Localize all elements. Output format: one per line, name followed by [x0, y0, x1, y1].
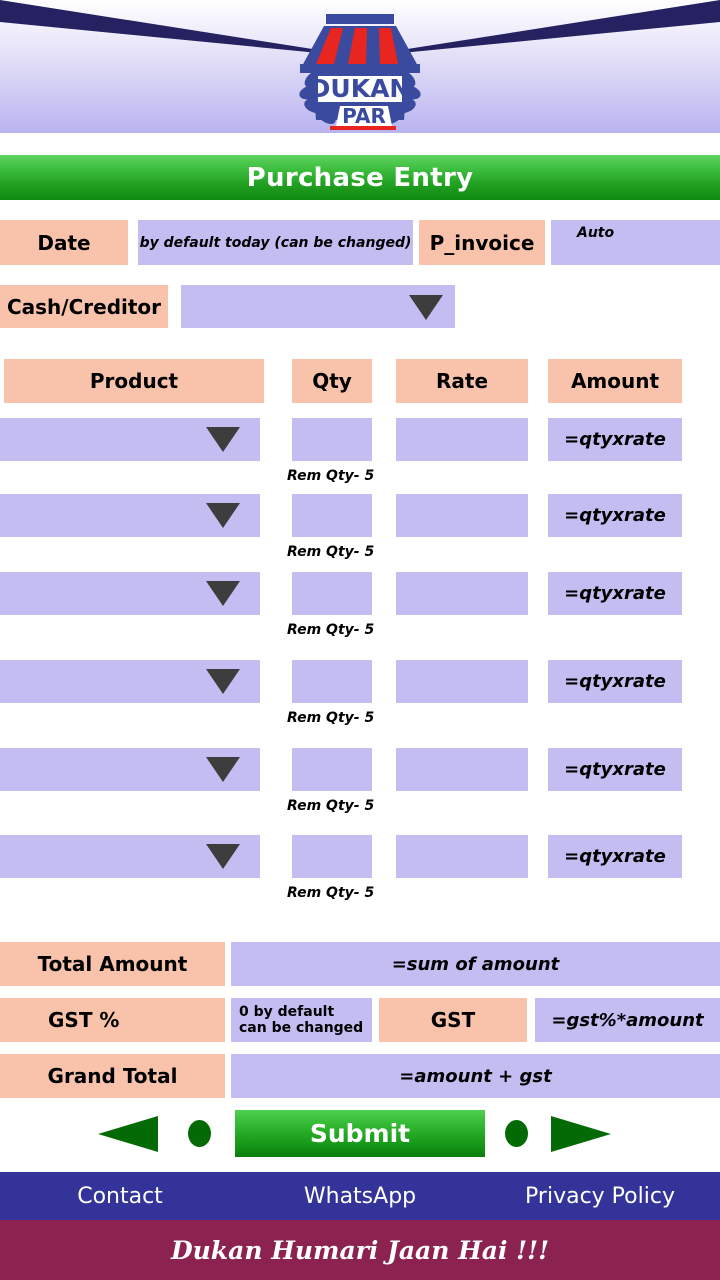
date-label: Date — [0, 220, 128, 265]
row-amount-value: =qtyxrate — [564, 583, 666, 604]
logo-text-dukan: DUKAN — [310, 74, 411, 103]
invoice-number-value: Auto — [577, 225, 615, 241]
grand-total-value-field: =amount + gst — [231, 1054, 720, 1098]
row-rate-input[interactable] — [396, 835, 528, 878]
row-remaining-qty: Rem Qty- 5 — [287, 468, 375, 484]
row-amount-field: =qtyxrate — [548, 494, 682, 537]
total-amount-value-field: =sum of amount — [231, 942, 720, 986]
date-input-value: by default today (can be changed) — [139, 234, 412, 251]
row-qty-input[interactable] — [292, 572, 372, 615]
row-rate-input[interactable] — [396, 660, 528, 703]
row-rate-input[interactable] — [396, 418, 528, 461]
next-dot-icon[interactable] — [505, 1120, 528, 1147]
invoice-number-field: Auto — [551, 220, 720, 265]
total-amount-value: =sum of amount — [391, 953, 560, 975]
gst-value: =gst%*amount — [551, 1009, 704, 1031]
row-qty-input[interactable] — [292, 660, 372, 703]
row-remaining-qty: Rem Qty- 5 — [287, 710, 375, 726]
gst-percent-label: GST % — [0, 998, 225, 1042]
chevron-down-icon[interactable] — [206, 844, 240, 869]
row-qty-input[interactable] — [292, 835, 372, 878]
date-input[interactable]: by default today (can be changed) — [138, 220, 413, 265]
next-arrow-icon[interactable] — [551, 1116, 611, 1152]
row-rate-input[interactable] — [396, 494, 528, 537]
gst-percent-input[interactable]: 0 by default can be changed — [231, 998, 372, 1042]
page-title: Purchase Entry — [246, 162, 474, 193]
footer-tagline: Dukan Humari Jaan Hai !!! — [0, 1220, 720, 1280]
column-header-amount: Amount — [548, 359, 682, 403]
row-amount-value: =qtyxrate — [564, 429, 666, 450]
row-remaining-qty: Rem Qty- 5 — [287, 798, 375, 814]
cash-creditor-label: Cash/Creditor — [0, 285, 168, 328]
footer-link-whatsapp[interactable]: WhatsApp — [240, 1184, 480, 1209]
invoice-label: P_invoice — [419, 220, 545, 265]
gst-value-field: =gst%*amount — [535, 998, 720, 1042]
chevron-down-icon[interactable] — [206, 669, 240, 694]
row-qty-input[interactable] — [292, 418, 372, 461]
grand-total-label: Grand Total — [0, 1054, 225, 1098]
page-title-bar: Purchase Entry — [0, 155, 720, 200]
column-header-product: Product — [4, 359, 264, 403]
grand-total-value: =amount + gst — [399, 1065, 552, 1087]
row-amount-field: =qtyxrate — [548, 418, 682, 461]
gst-percent-hint-line1: 0 by default — [239, 1004, 335, 1020]
chevron-down-icon[interactable] — [206, 503, 240, 528]
logo-text-par: PAR — [342, 104, 386, 128]
row-amount-value: =qtyxrate — [564, 759, 666, 780]
row-qty-input[interactable] — [292, 494, 372, 537]
row-amount-value: =qtyxrate — [564, 671, 666, 692]
row-rate-input[interactable] — [396, 748, 528, 791]
previous-dot-icon[interactable] — [188, 1120, 211, 1147]
row-remaining-qty: Rem Qty- 5 — [287, 622, 375, 638]
chevron-down-icon[interactable] — [206, 581, 240, 606]
row-rate-input[interactable] — [396, 572, 528, 615]
column-header-qty: Qty — [292, 359, 372, 403]
previous-arrow-icon[interactable] — [98, 1116, 158, 1152]
row-remaining-qty: Rem Qty- 5 — [287, 885, 375, 901]
gst-percent-hint-line2: can be changed — [239, 1020, 364, 1036]
row-amount-field: =qtyxrate — [548, 660, 682, 703]
dukan-par-logo: DUKAN PAR — [299, 14, 421, 130]
row-amount-value: =qtyxrate — [564, 846, 666, 867]
row-qty-input[interactable] — [292, 748, 372, 791]
row-amount-field: =qtyxrate — [548, 572, 682, 615]
row-amount-value: =qtyxrate — [564, 505, 666, 526]
row-amount-field: =qtyxrate — [548, 835, 682, 878]
column-header-rate: Rate — [396, 359, 528, 403]
chevron-down-icon[interactable] — [409, 295, 443, 320]
gst-label: GST — [379, 998, 527, 1042]
submit-button[interactable]: Submit — [235, 1110, 485, 1157]
app-banner: DUKAN PAR — [0, 0, 720, 133]
chevron-down-icon[interactable] — [206, 427, 240, 452]
footer-navigation: Contact WhatsApp Privacy Policy — [0, 1172, 720, 1220]
row-amount-field: =qtyxrate — [548, 748, 682, 791]
chevron-down-icon[interactable] — [206, 757, 240, 782]
footer-link-privacy-policy[interactable]: Privacy Policy — [480, 1184, 720, 1209]
total-amount-label: Total Amount — [0, 942, 225, 986]
footer-link-contact[interactable]: Contact — [0, 1184, 240, 1209]
row-remaining-qty: Rem Qty- 5 — [287, 544, 375, 560]
